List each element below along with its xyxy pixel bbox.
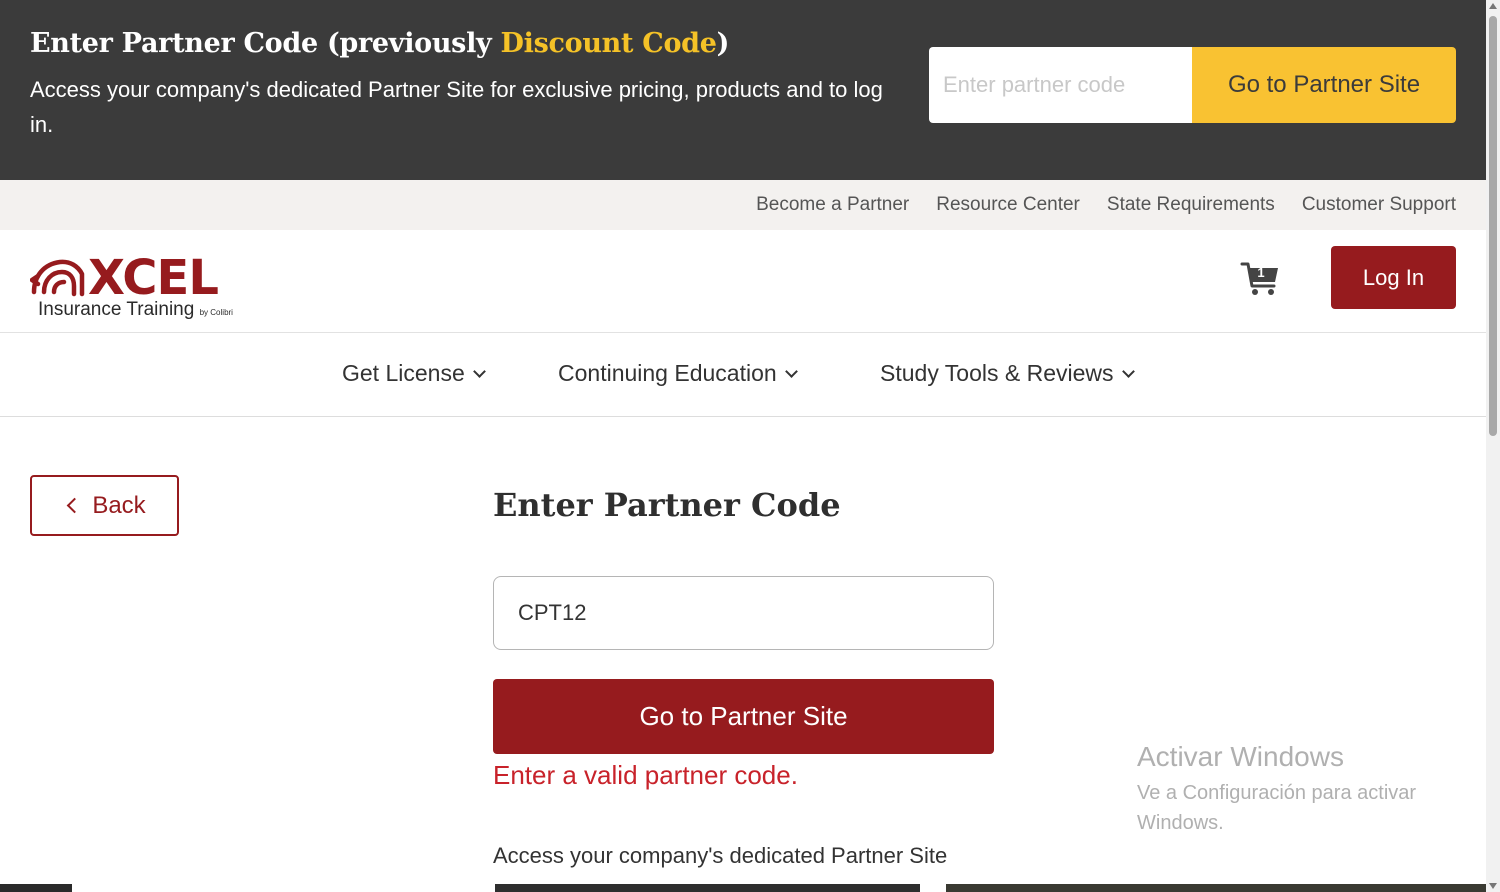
- windows-activation-subtitle: Ve a Configuración para activar Windows.: [1137, 782, 1417, 834]
- chevron-down-icon: [1121, 365, 1135, 378]
- partner-code-input[interactable]: [493, 576, 994, 650]
- banner-title-prefix: Enter Partner Code (previously: [30, 28, 501, 59]
- banner-go-to-partner-site-button[interactable]: Go to Partner Site: [1192, 47, 1456, 123]
- chevron-down-icon: [472, 365, 486, 378]
- login-button[interactable]: Log In: [1331, 246, 1456, 309]
- go-to-partner-site-button[interactable]: Go to Partner Site: [493, 679, 994, 754]
- nav-item-label: Study Tools & Reviews: [880, 360, 1114, 386]
- error-message: Enter a valid partner code.: [493, 760, 798, 790]
- banner-description: Access your company's dedicated Partner …: [30, 77, 883, 137]
- partner-code-banner: Enter Partner Code (previously Discount …: [0, 0, 1486, 180]
- banner-title: Enter Partner Code (previously Discount …: [30, 28, 729, 59]
- utility-link-resource-center[interactable]: Resource Center: [936, 194, 1080, 216]
- cart-count-badge: 1: [1257, 265, 1265, 280]
- xcel-logo[interactable]: XCEL Insurance Training by Colibri: [29, 246, 260, 326]
- bottom-image-strip: [0, 884, 1486, 892]
- site-header: XCEL Insurance Training by Colibri 1 Log…: [0, 230, 1486, 333]
- scroll-thumb[interactable]: [1489, 16, 1497, 436]
- lion-logo-icon: XCEL: [29, 250, 219, 306]
- banner-title-highlight: Discount Code: [500, 28, 717, 59]
- banner-title-suffix: ): [716, 28, 730, 59]
- utility-link-customer-support[interactable]: Customer Support: [1302, 194, 1456, 216]
- windows-activation-title: Activar Windows: [1137, 741, 1344, 772]
- utility-link-become-partner[interactable]: Become a Partner: [756, 194, 909, 216]
- logo-tagline: Insurance Training by Colibri: [38, 299, 233, 321]
- info-text: Access your company's dedicated Partner …: [493, 843, 948, 868]
- cart-button[interactable]: 1: [1240, 260, 1282, 298]
- page-title: Enter Partner Code: [493, 486, 841, 524]
- logo-byline: by Colibri: [199, 308, 233, 317]
- utility-link-state-requirements[interactable]: State Requirements: [1107, 194, 1275, 216]
- nav-item-label: Continuing Education: [558, 360, 777, 386]
- banner-partner-code-input[interactable]: [929, 47, 1193, 123]
- chevron-left-icon: [67, 497, 83, 514]
- scroll-down-icon[interactable]: [1489, 883, 1497, 889]
- nav-item-label: Get License: [342, 360, 465, 386]
- page-scrollbar[interactable]: [1486, 0, 1500, 892]
- utility-nav: Become a Partner Resource Center State R…: [0, 180, 1486, 230]
- chevron-down-icon: [784, 365, 798, 378]
- nav-item-study-tools[interactable]: Study Tools & Reviews: [880, 360, 1135, 387]
- strip-segment: [946, 884, 1486, 892]
- back-button[interactable]: Back: [30, 475, 179, 536]
- main-nav: Get License Continuing Education Study T…: [0, 333, 1486, 417]
- scroll-up-icon[interactable]: [1489, 3, 1497, 9]
- back-button-label: Back: [92, 491, 146, 519]
- nav-item-get-license[interactable]: Get License: [342, 360, 486, 387]
- strip-segment: [495, 884, 920, 892]
- nav-item-continuing-education[interactable]: Continuing Education: [558, 360, 798, 387]
- strip-segment: [0, 884, 72, 892]
- logo-wordmark: XCEL: [88, 250, 218, 306]
- logo-tagline-text: Insurance Training: [38, 299, 195, 320]
